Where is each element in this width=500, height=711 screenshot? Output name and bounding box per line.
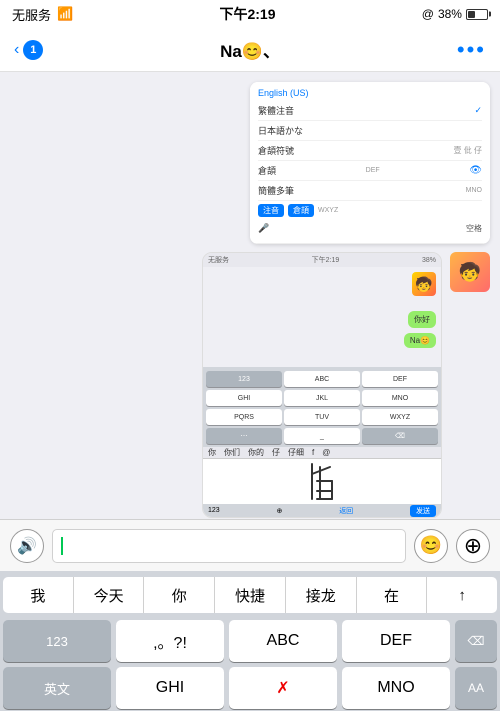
voice-button[interactable]: 🔊 — [10, 529, 44, 563]
message-bubble-2: 无服务 下午2:19 38% 🧒 你好 Na😊 — [202, 252, 490, 518]
battery-percent: 38% — [438, 7, 462, 21]
ss-keyboard: 123 ABC DEF GHI JKL MNO PQRS TUV WXYZ — [203, 367, 441, 447]
nav-bar: ‹ 1 Na😊、 ••• — [0, 28, 500, 72]
suggestion-今天[interactable]: 今天 — [74, 577, 145, 613]
message-input[interactable] — [52, 529, 406, 563]
key-123[interactable]: 123 — [3, 620, 111, 662]
emoji-icon: 😊 — [420, 535, 442, 556]
key-cross[interactable]: ✗ — [229, 667, 337, 709]
suggestion-接龙[interactable]: 接龙 — [286, 577, 357, 613]
key-abc-label: ABC — [267, 632, 300, 650]
keyboard-screenshot-1: English (US) 繁體注音 ✓ 日本語かな 倉頡符號 壹 仳 仔 倉頡 … — [250, 82, 490, 244]
nav-badge[interactable]: 1 — [23, 40, 43, 60]
key-aa[interactable]: AA — [455, 667, 497, 709]
add-button[interactable]: ⊕ — [456, 529, 490, 563]
suggestion-在[interactable]: 在 — [357, 577, 428, 613]
ss-hw-bottom: 123 ⊕ 返回 发送 — [203, 504, 441, 517]
back-chevron: ‹ — [14, 41, 19, 59]
key-123-label: 123 — [46, 634, 68, 649]
carrier-label: 无服务 — [12, 5, 51, 24]
suggestion-快捷[interactable]: 快捷 — [215, 577, 286, 613]
suggestion-up[interactable]: ↑ — [427, 577, 497, 613]
status-bar: 无服务 📶 下午2:19 @ 38% — [0, 0, 500, 28]
wifi-icon: 📶 — [57, 6, 73, 22]
status-right: @ 38% — [422, 7, 488, 21]
status-left: 无服务 📶 — [12, 5, 73, 24]
key-punctuation-label: ,。?! — [153, 629, 187, 653]
chat-screenshot: 无服务 下午2:19 38% 🧒 你好 Na😊 — [202, 252, 442, 518]
key-ghi-label: GHI — [156, 679, 184, 697]
key-def-label: DEF — [380, 632, 412, 650]
keyboard-row-1: 123 ,。?! ABC DEF ⌫ — [3, 620, 497, 662]
input-bar: 🔊 😊 ⊕ — [0, 519, 500, 571]
key-def[interactable]: DEF — [342, 620, 450, 662]
status-time: 下午2:19 — [219, 4, 275, 24]
suggestion-你[interactable]: 你 — [144, 577, 215, 613]
more-button[interactable]: ••• — [457, 37, 486, 63]
key-punctuation[interactable]: ,。?! — [116, 620, 224, 662]
avatar-image: 🧒 — [450, 252, 490, 292]
ss-msg-2: Na😊 — [404, 333, 436, 348]
chat-area: English (US) 繁體注音 ✓ 日本語かな 倉頡符號 壹 仳 仔 倉頡 … — [0, 72, 500, 519]
key-english[interactable]: 英文 — [3, 667, 111, 709]
text-cursor — [61, 537, 63, 555]
ss-msg-1: 你好 — [408, 311, 436, 328]
user-avatar: 🧒 — [450, 252, 490, 292]
key-aa-label: AA — [468, 681, 484, 695]
ss-chat: 🧒 你好 Na😊 — [203, 267, 441, 367]
key-ghi[interactable]: GHI — [116, 667, 224, 709]
key-mno-label: MNO — [377, 679, 414, 697]
delete-icon: ⌫ — [468, 634, 485, 648]
suggestions-row: 我 今天 你 快捷 接龙 在 ↑ — [3, 577, 497, 613]
ss-handwrite: 你你们你的仔仔细f@ — [203, 447, 441, 517]
ss-avatar: 🧒 — [412, 272, 436, 296]
key-delete[interactable]: ⌫ — [455, 620, 497, 662]
emoji-button[interactable]: 😊 — [414, 529, 448, 563]
message-bubble-1: English (US) 繁體注音 ✓ 日本語かな 倉頡符號 壹 仳 仔 倉頡 … — [250, 82, 490, 244]
cross-icon: ✗ — [276, 678, 289, 698]
key-english-label: 英文 — [44, 679, 70, 698]
location-icon: @ — [422, 7, 434, 21]
suggestion-我[interactable]: 我 — [3, 577, 74, 613]
ss-hw-suggestions: 你你们你的仔仔细f@ — [203, 447, 441, 459]
add-icon: ⊕ — [464, 533, 482, 559]
keyboard-row-2: 英文 GHI ✗ MNO AA — [3, 667, 497, 709]
nav-back[interactable]: ‹ 1 — [14, 40, 43, 60]
battery-icon — [466, 9, 488, 20]
key-mno[interactable]: MNO — [342, 667, 450, 709]
voice-icon: 🔊 — [17, 536, 37, 556]
keyboard-area: 我 今天 你 快捷 接龙 在 ↑ 123 ,。?! ABC DEF ⌫ 英文 G… — [0, 571, 500, 711]
key-abc[interactable]: ABC — [229, 620, 337, 662]
chat-title: Na😊、 — [220, 37, 280, 62]
ss-statusbar: 无服务 下午2:19 38% — [203, 253, 441, 267]
ss-hw-canvas — [203, 459, 441, 504]
